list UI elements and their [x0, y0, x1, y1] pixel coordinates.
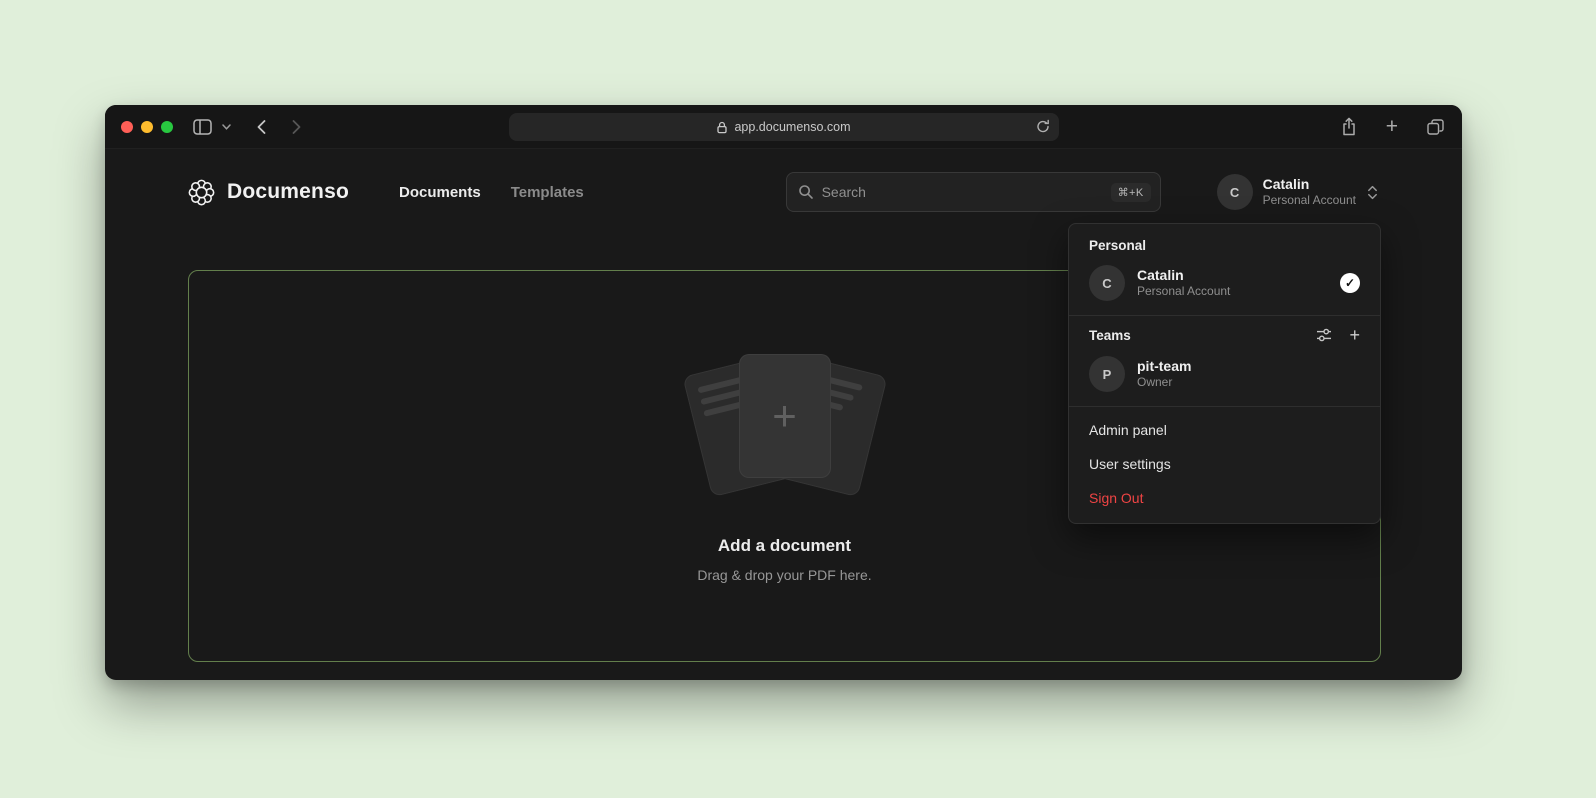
search-box[interactable]: ⌘+K	[786, 172, 1161, 212]
search-shortcut-badge: ⌘+K	[1111, 183, 1151, 202]
personal-account-name: Catalin	[1137, 266, 1230, 284]
brand[interactable]: Documenso	[188, 179, 349, 206]
personal-account-item[interactable]: C Catalin Personal Account ✓	[1069, 261, 1380, 315]
dropzone-subtitle: Drag & drop your PDF here.	[697, 567, 871, 583]
documenso-logo-icon	[188, 179, 215, 206]
team-item[interactable]: P pit-team Owner	[1069, 352, 1380, 406]
search-icon	[798, 184, 814, 200]
document-stack-illustration: +	[680, 350, 890, 500]
share-icon[interactable]	[1339, 115, 1359, 138]
menu-item-user-settings[interactable]: User settings	[1069, 447, 1380, 481]
nav-documents[interactable]: Documents	[399, 184, 481, 201]
personal-account-subtitle: Personal Account	[1137, 284, 1230, 300]
zoom-window-button[interactable]	[161, 121, 173, 133]
selected-check-icon: ✓	[1340, 273, 1360, 293]
teams-section-heading: Teams	[1089, 328, 1131, 343]
browser-toolbar: app.documenso.com +	[105, 105, 1462, 149]
plus-icon: +	[772, 395, 797, 437]
account-dropdown-menu: Personal C Catalin Personal Account ✓ Te…	[1068, 223, 1381, 524]
account-subtitle: Personal Account	[1263, 193, 1356, 208]
new-tab-icon[interactable]: +	[1384, 114, 1400, 139]
nav-templates[interactable]: Templates	[511, 184, 584, 201]
document-card-center: +	[739, 354, 831, 478]
create-team-icon[interactable]: +	[1349, 326, 1360, 344]
manage-teams-icon[interactable]	[1316, 327, 1332, 343]
menu-item-sign-out[interactable]: Sign Out	[1069, 481, 1380, 515]
main-nav: Documents Templates	[399, 184, 584, 201]
chevron-down-icon[interactable]	[220, 122, 233, 132]
personal-section-heading: Personal	[1089, 238, 1146, 253]
chevron-up-down-icon	[1366, 184, 1379, 201]
close-window-button[interactable]	[121, 121, 133, 133]
window-controls	[121, 121, 173, 133]
lock-icon	[716, 121, 728, 134]
reload-icon[interactable]	[1036, 119, 1050, 134]
sidebar-toggle-icon[interactable]	[191, 117, 214, 137]
menu-item-admin-panel[interactable]: Admin panel	[1069, 413, 1380, 447]
avatar: C	[1089, 265, 1125, 301]
minimize-window-button[interactable]	[141, 121, 153, 133]
tab-overview-icon[interactable]	[1425, 117, 1446, 137]
avatar: C	[1217, 174, 1253, 210]
account-name: Catalin	[1263, 176, 1356, 194]
browser-window: app.documenso.com +	[105, 105, 1462, 680]
search-input[interactable]	[822, 184, 1103, 200]
team-avatar: P	[1089, 356, 1125, 392]
brand-name: Documenso	[227, 180, 349, 204]
team-role: Owner	[1137, 375, 1191, 391]
dropzone-title: Add a document	[718, 536, 851, 556]
team-name: pit-team	[1137, 357, 1191, 375]
address-bar[interactable]: app.documenso.com	[509, 113, 1059, 141]
account-menu-button[interactable]: C Catalin Personal Account	[1217, 174, 1379, 210]
forward-icon[interactable]	[290, 118, 303, 136]
address-text: app.documenso.com	[734, 120, 850, 134]
back-icon[interactable]	[255, 118, 268, 136]
